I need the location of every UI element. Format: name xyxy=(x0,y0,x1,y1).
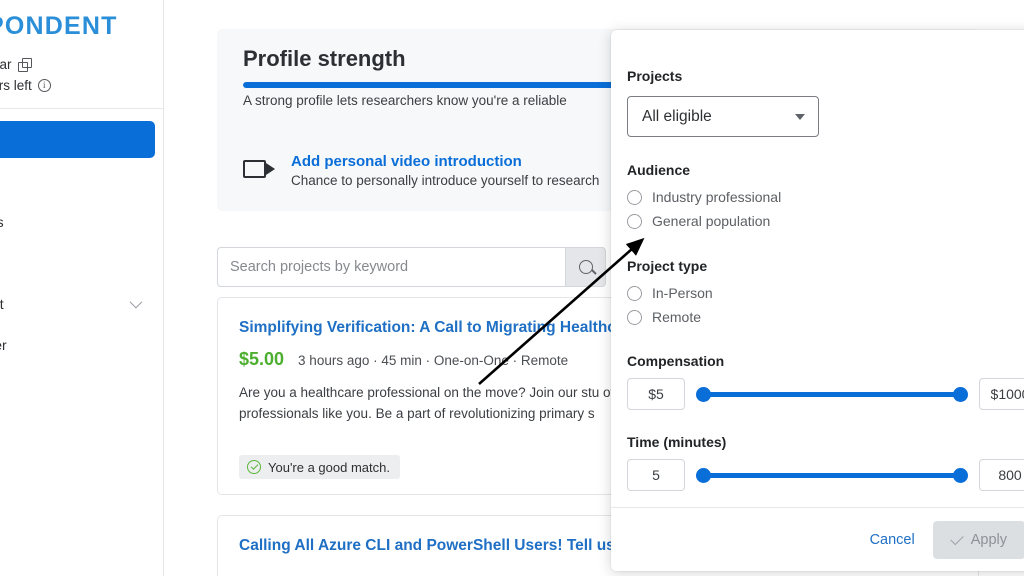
sidebar-item-label: Help Center xyxy=(0,336,7,353)
time-max-value[interactable]: 800 xyxy=(979,459,1024,491)
compensation-max-value[interactable]: $1000 xyxy=(979,378,1024,410)
search-button[interactable] xyxy=(565,247,606,287)
video-camera-icon xyxy=(243,157,277,183)
filter-compensation-label: Compensation xyxy=(627,353,725,369)
radio-label: Remote xyxy=(652,309,702,325)
time-slider-max-handle[interactable] xyxy=(953,468,968,483)
compensation-slider-track xyxy=(703,392,961,397)
time-slider-track xyxy=(703,473,961,478)
info-icon[interactable]: i xyxy=(37,79,51,92)
filter-project-type-group: Project type In-Person Remote xyxy=(627,258,1024,329)
screeners-row: 10 screeners left i xyxy=(0,78,163,93)
compensation-slider-row: $5 $1000 xyxy=(627,378,1024,410)
project-meta: 3 hours ago · 45 min · One-on-One · Remo… xyxy=(298,353,569,368)
radio-industry-professional[interactable]: Industry professional xyxy=(627,185,1024,209)
radio-icon[interactable] xyxy=(627,285,642,301)
compensation-slider-max-handle[interactable] xyxy=(953,387,968,402)
status-badge: You're a good match. xyxy=(239,455,400,479)
sidebar-item-my-projects[interactable]: My projects xyxy=(0,203,155,240)
profile-strength-subtitle: A strong profile lets researchers know y… xyxy=(243,93,567,108)
projects-select[interactable]: All eligible xyxy=(627,96,819,137)
sidebar: RESPONDENT Arjun Parmar 10 screeners lef… xyxy=(0,0,164,576)
search-input[interactable] xyxy=(217,247,565,287)
sidebar-item-label: My account xyxy=(0,295,4,312)
apply-button-label: Apply xyxy=(970,531,1007,548)
radio-label: In-Person xyxy=(652,285,713,301)
projects-select-value: All eligible xyxy=(642,107,712,125)
cancel-button[interactable]: Cancel xyxy=(870,532,915,548)
filter-audience-label: Audience xyxy=(627,162,691,178)
sidebar-nav: Dashboard Messages My projects Referrals… xyxy=(0,109,163,363)
filter-project-type-label: Project type xyxy=(627,258,708,274)
status-badge-label: You're a good match. xyxy=(268,459,390,475)
radio-label: Industry professional xyxy=(652,189,782,205)
filter-audience-group: Audience Industry professional General p… xyxy=(627,162,1024,233)
radio-icon[interactable] xyxy=(627,189,642,205)
account-name: Arjun Parmar xyxy=(0,57,12,72)
compensation-slider[interactable] xyxy=(695,378,969,410)
screeners-left-label: 10 screeners left xyxy=(0,78,32,93)
compensation-slider-min-handle[interactable] xyxy=(696,387,711,402)
sidebar-item-label: My projects xyxy=(0,213,4,230)
radio-in-person[interactable]: In-Person xyxy=(627,281,1024,305)
radio-remote[interactable]: Remote xyxy=(627,305,1024,329)
brand-logo[interactable]: RESPONDENT xyxy=(0,12,163,41)
time-min-value[interactable]: 5 xyxy=(627,459,685,491)
filter-panel: Projects All eligible Audience Industry … xyxy=(611,30,1024,571)
check-icon xyxy=(950,531,964,545)
filter-projects-label: Projects xyxy=(627,68,683,84)
copy-icon[interactable] xyxy=(17,58,32,72)
filter-panel-footer: Cancel Apply xyxy=(611,507,1024,571)
compensation-min-value[interactable]: $5 xyxy=(627,378,685,410)
caret-down-icon xyxy=(795,113,805,120)
filter-projects-group: Projects All eligible xyxy=(627,68,1024,137)
radio-icon[interactable] xyxy=(627,213,642,229)
sidebar-item-label: Dashboard xyxy=(0,132,1,148)
sidebar-item-help-center[interactable]: Help Center xyxy=(0,326,155,363)
project-meta-row: $5.00 3 hours ago · 45 min · One-on-One … xyxy=(239,349,568,370)
app-root: RESPONDENT Arjun Parmar 10 screeners lef… xyxy=(0,0,1024,576)
sidebar-item-dashboard[interactable]: Dashboard xyxy=(0,121,155,158)
add-video-intro-link[interactable]: Add personal video introduction xyxy=(291,153,522,170)
radio-general-population[interactable]: General population xyxy=(627,209,1024,233)
page-title: Profile strength xyxy=(243,46,406,71)
apply-button[interactable]: Apply xyxy=(932,520,1024,559)
profile-task-row[interactable]: Add personal video introduction Chance t… xyxy=(243,153,599,188)
time-slider-min-handle[interactable] xyxy=(696,468,711,483)
filter-compensation-group: Compensation $5 $1000 xyxy=(627,353,1024,410)
brand-wrap: RESPONDENT xyxy=(0,0,163,41)
check-circle-icon xyxy=(247,460,261,474)
sidebar-item-referrals[interactable]: Referrals xyxy=(0,244,155,281)
time-slider[interactable] xyxy=(695,459,969,491)
radio-icon[interactable] xyxy=(627,309,642,325)
sidebar-item-my-account[interactable]: My account xyxy=(0,285,155,322)
time-slider-row: 5 800 xyxy=(627,459,1024,491)
filter-time-group: Time (minutes) 5 800 xyxy=(627,434,1024,491)
chevron-down-icon xyxy=(129,295,143,309)
account-name-row[interactable]: Arjun Parmar xyxy=(0,57,163,72)
filter-time-label: Time (minutes) xyxy=(627,434,727,450)
project-price: $5.00 xyxy=(239,349,285,369)
filter-panel-body: Projects All eligible Audience Industry … xyxy=(611,30,1024,491)
search-icon xyxy=(578,260,593,274)
radio-label: General population xyxy=(652,213,771,229)
sidebar-item-messages[interactable]: Messages xyxy=(0,162,155,199)
add-video-intro-description: Chance to personally introduce yourself … xyxy=(291,173,600,188)
account-block: Arjun Parmar 10 screeners left i xyxy=(0,41,163,109)
